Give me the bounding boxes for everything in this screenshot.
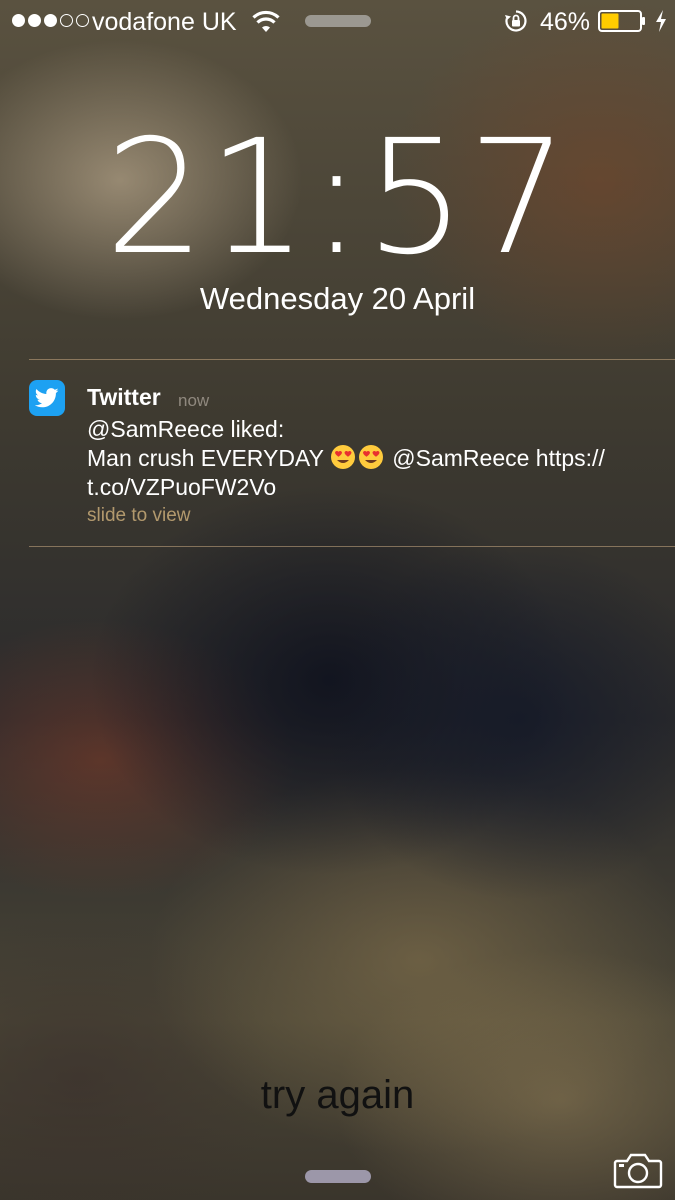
notification-text: @SamReece https:// <box>385 445 605 471</box>
twitter-bird-icon <box>35 388 59 408</box>
signal-strength-icon <box>12 14 89 27</box>
notification-center-grabber[interactable] <box>305 15 371 27</box>
battery-icon <box>598 10 645 32</box>
status-bar: vodafone UK 46% <box>0 0 675 44</box>
rotation-lock-icon <box>505 10 527 32</box>
signal-dot <box>76 14 89 27</box>
notification-line: Man crush EVERYDAY @SamReece https:// <box>87 444 647 473</box>
notification-line: t.co/VZPuoFW2Vo <box>87 474 277 500</box>
signal-dot <box>44 14 57 27</box>
lock-screen-time: 21:57 <box>104 106 571 290</box>
unlock-grabber[interactable] <box>305 1170 371 1183</box>
signal-dot <box>12 14 25 27</box>
battery-percentage: 46% <box>540 8 591 36</box>
wifi-icon <box>252 10 280 32</box>
carrier-name: vodafone UK <box>92 8 237 36</box>
caption-text: try again <box>260 1073 415 1117</box>
heart-eyes-emoji <box>330 445 355 469</box>
notification-text: Man crush EVERYDAY <box>87 445 324 471</box>
signal-dot <box>28 14 41 27</box>
lock-screen: vodafone UK 46% 21:57 Wednesday 20 April <box>0 0 675 1200</box>
twitter-notification[interactable]: Twitter now @SamReece liked: Man crush E… <box>0 360 675 546</box>
twitter-app-icon <box>29 380 65 416</box>
charging-bolt-icon <box>656 10 666 32</box>
slide-to-view-label[interactable]: slide to view <box>87 505 191 527</box>
notification-body: @SamReece liked: Man crush EVERYDAY @Sam… <box>87 415 647 502</box>
notification-divider <box>29 546 675 547</box>
heart-eyes-emoji <box>358 445 383 469</box>
notification-line: @SamReece liked: <box>87 416 285 442</box>
camera-icon[interactable] <box>613 1150 663 1190</box>
notification-app-name: Twitter <box>87 384 161 410</box>
notification-time: now <box>178 391 210 410</box>
lock-screen-date: Wednesday 20 April <box>199 281 476 316</box>
signal-dot <box>60 14 73 27</box>
